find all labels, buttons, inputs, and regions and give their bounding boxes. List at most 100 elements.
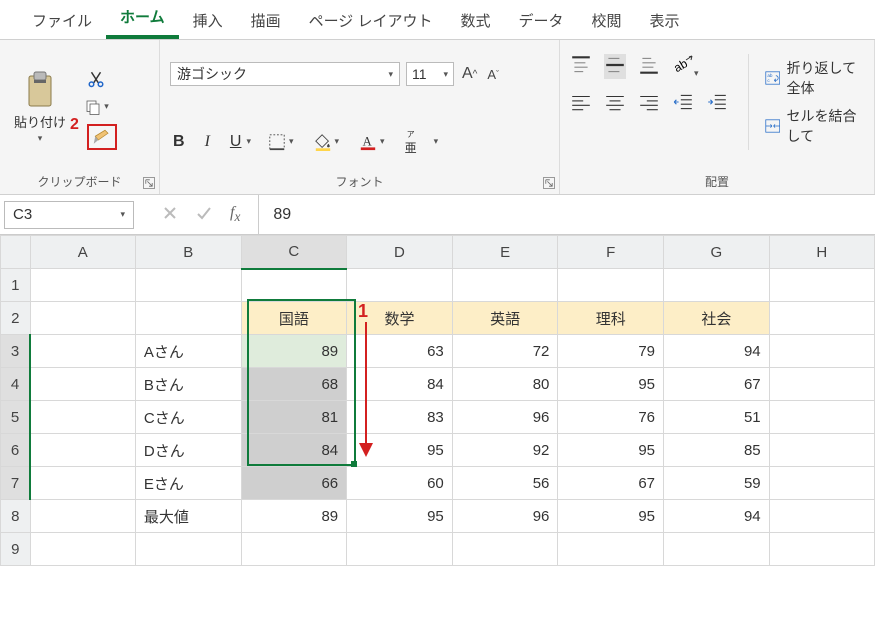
increase-font-size-button[interactable]: A^ bbox=[460, 63, 479, 85]
cell-C8[interactable]: 89 bbox=[241, 500, 347, 533]
decrease-indent-button[interactable] bbox=[672, 91, 694, 116]
cell-E2[interactable]: 英語 bbox=[452, 302, 558, 335]
merge-cells-button[interactable]: セルを結合して bbox=[763, 102, 864, 150]
tab-page-layout[interactable]: ページ レイアウト bbox=[295, 2, 447, 39]
cell-F5[interactable]: 76 bbox=[558, 401, 664, 434]
insert-function-button[interactable]: fx bbox=[230, 204, 240, 225]
chevron-down-icon[interactable]: ▾ bbox=[246, 136, 251, 147]
cell-G3[interactable]: 94 bbox=[664, 335, 770, 368]
increase-indent-button[interactable] bbox=[706, 91, 728, 116]
align-right-button[interactable] bbox=[638, 91, 660, 116]
font-color-button[interactable]: A ▾ bbox=[356, 131, 388, 153]
cell-F8[interactable]: 95 bbox=[558, 500, 664, 533]
font-size-select[interactable]: 11 ▾ bbox=[406, 62, 454, 86]
cancel-formula-button[interactable] bbox=[162, 205, 178, 224]
cell-E4[interactable]: 80 bbox=[452, 368, 558, 401]
decrease-font-size-button[interactable]: Aˇ bbox=[485, 65, 501, 84]
row-header-9[interactable]: 9 bbox=[1, 533, 31, 566]
row-header-2[interactable]: 2 bbox=[1, 302, 31, 335]
cell-G8[interactable]: 94 bbox=[664, 500, 770, 533]
cell-D4[interactable]: 84 bbox=[347, 368, 453, 401]
fill-color-button[interactable]: ▾ bbox=[311, 131, 343, 153]
cell-D7[interactable]: 60 bbox=[347, 467, 453, 500]
underline-button[interactable]: U bbox=[227, 131, 245, 153]
row-header-4[interactable]: 4 bbox=[1, 368, 31, 401]
align-bottom-button[interactable] bbox=[638, 54, 660, 79]
font-dialog-launcher[interactable] bbox=[543, 177, 555, 189]
cell-B8[interactable]: 最大値 bbox=[135, 500, 241, 533]
orientation-button[interactable]: ab▾ bbox=[672, 54, 699, 79]
cell-G5[interactable]: 51 bbox=[664, 401, 770, 434]
cell-C2[interactable]: 国語 bbox=[241, 302, 347, 335]
cell-D5[interactable]: 83 bbox=[347, 401, 453, 434]
tab-view[interactable]: 表示 bbox=[636, 2, 694, 39]
cell-C5[interactable]: 81 bbox=[241, 401, 347, 434]
col-header-D[interactable]: D bbox=[347, 236, 453, 269]
cell-B6[interactable]: Dさん bbox=[135, 434, 241, 467]
bold-button[interactable]: B bbox=[170, 131, 188, 153]
enter-formula-button[interactable] bbox=[196, 205, 212, 224]
cell-C7[interactable]: 66 bbox=[241, 467, 347, 500]
align-top-button[interactable] bbox=[570, 54, 592, 79]
cell-B3[interactable]: Aさん bbox=[135, 335, 241, 368]
italic-button[interactable]: I bbox=[202, 131, 213, 153]
cell-G6[interactable]: 85 bbox=[664, 434, 770, 467]
col-header-A[interactable]: A bbox=[30, 236, 135, 269]
tab-home[interactable]: ホーム bbox=[106, 0, 179, 39]
col-header-H[interactable]: H bbox=[769, 236, 874, 269]
cell-F6[interactable]: 95 bbox=[558, 434, 664, 467]
align-center-button[interactable] bbox=[604, 91, 626, 116]
cell-C6[interactable]: 84 bbox=[241, 434, 347, 467]
col-header-E[interactable]: E bbox=[452, 236, 558, 269]
col-header-G[interactable]: G bbox=[664, 236, 770, 269]
row-header-1[interactable]: 1 bbox=[1, 269, 31, 302]
cell-E5[interactable]: 96 bbox=[452, 401, 558, 434]
name-box[interactable]: C3 ▾ bbox=[4, 201, 134, 229]
paste-button[interactable]: 貼り付け ▾ bbox=[10, 68, 70, 146]
tab-review[interactable]: 校閲 bbox=[578, 2, 636, 39]
row-header-8[interactable]: 8 bbox=[1, 500, 31, 533]
cell-E8[interactable]: 96 bbox=[452, 500, 558, 533]
wrap-text-button[interactable]: abc 折り返して全体 bbox=[763, 54, 864, 102]
tab-insert[interactable]: 挿入 bbox=[179, 2, 237, 39]
row-header-3[interactable]: 3 bbox=[1, 335, 31, 368]
cell-C3[interactable]: 89 bbox=[241, 335, 347, 368]
cell-B7[interactable]: Eさん bbox=[135, 467, 241, 500]
cut-button[interactable] bbox=[84, 68, 108, 90]
cell-F7[interactable]: 67 bbox=[558, 467, 664, 500]
format-painter-button[interactable] bbox=[87, 124, 117, 150]
select-all-corner[interactable] bbox=[1, 236, 31, 269]
row-header-7[interactable]: 7 bbox=[1, 467, 31, 500]
col-header-C[interactable]: C bbox=[241, 236, 347, 269]
border-button[interactable]: ▾ bbox=[265, 131, 297, 153]
cell-F3[interactable]: 79 bbox=[558, 335, 664, 368]
tab-file[interactable]: ファイル bbox=[18, 2, 106, 39]
cell-B4[interactable]: Bさん bbox=[135, 368, 241, 401]
font-family-select[interactable]: 游ゴシック ▾ bbox=[170, 62, 400, 86]
cell-E3[interactable]: 72 bbox=[452, 335, 558, 368]
cell-G4[interactable]: 67 bbox=[664, 368, 770, 401]
cell-D2[interactable]: 数学 bbox=[347, 302, 453, 335]
spreadsheet[interactable]: A B C D E F G H 1 2 国語 数学 英語 理科 社会 3 Aさん… bbox=[0, 235, 875, 566]
chevron-down-icon[interactable]: ▾ bbox=[434, 136, 439, 147]
row-header-6[interactable]: 6 bbox=[1, 434, 31, 467]
cell-D8[interactable]: 95 bbox=[347, 500, 453, 533]
align-middle-button[interactable] bbox=[604, 54, 626, 79]
cell-E7[interactable]: 56 bbox=[452, 467, 558, 500]
tab-formula[interactable]: 数式 bbox=[446, 2, 504, 39]
cell-F2[interactable]: 理科 bbox=[558, 302, 664, 335]
phonetic-guide-button[interactable]: ア 亜 bbox=[402, 128, 420, 155]
row-header-5[interactable]: 5 bbox=[1, 401, 31, 434]
col-header-B[interactable]: B bbox=[135, 236, 241, 269]
cell-B5[interactable]: Cさん bbox=[135, 401, 241, 434]
cell-E6[interactable]: 92 bbox=[452, 434, 558, 467]
cell-D3[interactable]: 63 bbox=[347, 335, 453, 368]
col-header-F[interactable]: F bbox=[558, 236, 664, 269]
clipboard-dialog-launcher[interactable] bbox=[143, 177, 155, 189]
cell-G2[interactable]: 社会 bbox=[664, 302, 770, 335]
formula-input[interactable]: 89 bbox=[258, 195, 875, 234]
tab-draw[interactable]: 描画 bbox=[237, 2, 295, 39]
align-left-button[interactable] bbox=[570, 91, 592, 116]
cell-D6[interactable]: 95 bbox=[347, 434, 453, 467]
copy-button[interactable]: ▾ bbox=[81, 96, 112, 118]
